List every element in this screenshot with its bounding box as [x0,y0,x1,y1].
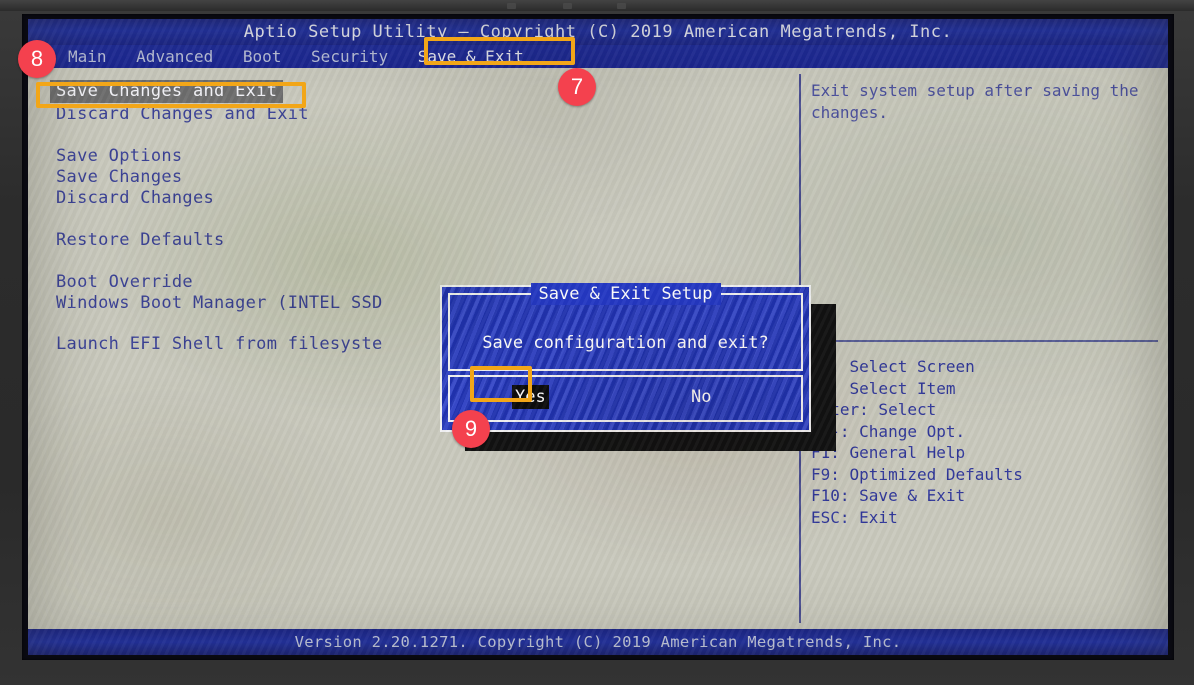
help-key-list: →←: Select Screen ↑↓: Select Item Enter:… [811,356,1164,528]
bezel-sensor-dots [507,2,687,10]
help-key-general-help: F1: General Help [811,443,966,462]
help-key-optimized-defaults: F9: Optimized Defaults [811,464,1023,484]
tab-advanced[interactable]: Advanced [126,45,223,68]
help-key-save-and-exit: F10: Save & Exit [811,486,966,505]
help-pane: Exit system setup after saving the chang… [803,68,1168,629]
help-divider [809,340,1158,342]
window-title: Aptio Setup Utility – Copyright (C) 2019… [28,19,1168,45]
help-key-enter-select: Enter: Select [811,400,937,419]
help-description: Exit system setup after saving the chang… [811,81,1139,122]
version-footer: Version 2.20.1271. Copyright (C) 2019 Am… [28,629,1168,655]
menu-item-windows-boot-manager[interactable]: Windows Boot Manager (INTEL SSD [56,293,383,314]
dialog-no-button[interactable]: No [688,385,714,409]
menu-label-save-options: Save Options [56,146,183,166]
dialog-message: Save configuration and exit? [482,333,769,353]
menu-item-restore-defaults[interactable]: Restore Defaults [56,230,225,251]
highlight-save-and-exit-tab [424,37,575,65]
menu-label-boot-override: Boot Override [56,272,193,292]
bios-canvas: Aptio Setup Utility – Copyright (C) 2019… [28,19,1168,655]
highlight-yes-button [470,366,532,402]
screenshot-root: Aptio Setup Utility – Copyright (C) 2019… [0,0,1194,685]
lcd-screen: Aptio Setup Utility – Copyright (C) 2019… [22,14,1174,660]
menu-item-save-changes[interactable]: Save Changes [56,167,182,188]
dialog-title: Save & Exit Setup [530,283,721,305]
help-key-change-opt: +/-: Change Opt. [811,421,966,441]
help-key-select-item: ↑↓: Select Item [811,378,956,398]
annotation-badge-9: 9 [452,410,490,448]
tab-security[interactable]: Security [301,45,398,68]
highlight-save-changes-and-exit [36,82,306,108]
menu-item-discard-changes[interactable]: Discard Changes [56,188,214,209]
save-exit-dialog: Save & Exit Setup Save configuration and… [440,283,811,432]
help-key-select-screen: →←: Select Screen [811,357,975,376]
menu-item-launch-efi-shell[interactable]: Launch EFI Shell from filesyste [56,334,383,355]
menu-bar: Main Advanced Boot Security Save & Exit [28,45,1168,68]
annotation-badge-8: 8 [18,40,56,78]
tab-boot[interactable]: Boot [233,45,292,68]
tab-main[interactable]: Main [58,45,117,68]
help-key-esc-exit: ESC: Exit [811,507,898,527]
dialog-message-box: Save & Exit Setup Save configuration and… [448,283,803,371]
annotation-badge-7: 7 [558,68,596,106]
